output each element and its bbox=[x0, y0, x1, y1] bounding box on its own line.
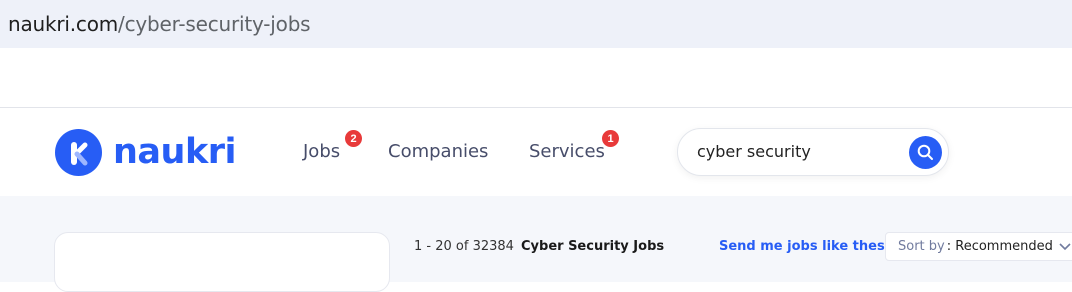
sort-value: : Recommended bbox=[946, 239, 1053, 254]
results-title: Cyber Security Jobs bbox=[521, 239, 665, 254]
filters-sidebar-card bbox=[54, 232, 390, 292]
nav-services[interactable]: Services bbox=[529, 141, 605, 162]
naukri-logo[interactable]: naukri bbox=[55, 129, 237, 176]
nav-companies[interactable]: Companies bbox=[388, 141, 488, 162]
browser-address-bar[interactable]: naukri.com/cyber-security-jobs bbox=[0, 0, 1072, 48]
search-icon bbox=[917, 144, 933, 160]
blank-banner-area bbox=[0, 48, 1072, 108]
results-count: 1 - 20 of 32384 bbox=[414, 239, 514, 254]
chevron-down-icon bbox=[1059, 242, 1071, 250]
jobs-notification-badge: 2 bbox=[345, 130, 362, 147]
job-search-bar bbox=[677, 128, 949, 176]
url-host: naukri.com bbox=[8, 12, 119, 36]
send-me-jobs-link[interactable]: Send me jobs like these bbox=[719, 239, 894, 254]
logo-wordmark: naukri bbox=[113, 132, 237, 172]
site-header: naukri Jobs 2 Companies Services 1 bbox=[0, 109, 1072, 196]
search-input[interactable] bbox=[697, 142, 897, 161]
url-path: /cyber-security-jobs bbox=[118, 12, 311, 36]
results-area: 1 - 20 of 32384 Cyber Security Jobs Send… bbox=[0, 196, 1072, 292]
sort-dropdown[interactable]: Sort by: Recommended bbox=[885, 232, 1072, 261]
naukri-logo-icon bbox=[55, 129, 102, 176]
nav-jobs[interactable]: Jobs bbox=[303, 141, 340, 162]
search-button[interactable] bbox=[909, 136, 942, 169]
sort-label: Sort by bbox=[898, 239, 945, 254]
services-notification-badge: 1 bbox=[602, 130, 619, 147]
